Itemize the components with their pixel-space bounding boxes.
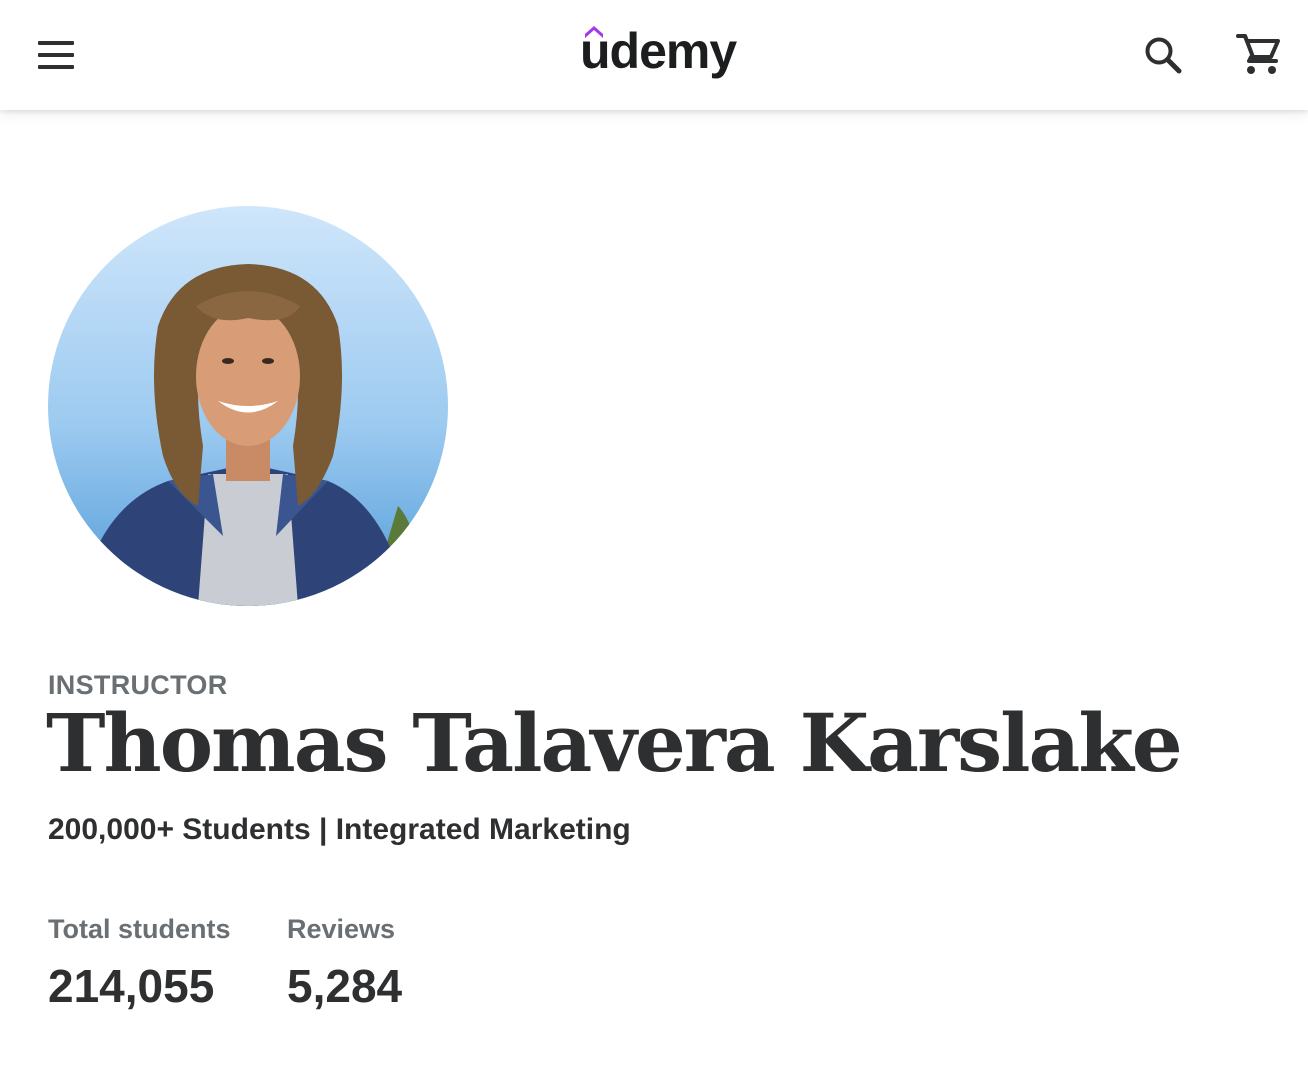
udemy-logo[interactable]: udemy — [580, 22, 740, 88]
top-nav-bar: udemy — [0, 0, 1308, 110]
stat-reviews: Reviews 5,284 — [287, 914, 402, 1013]
stat-label: Reviews — [287, 914, 396, 944]
stat-value: 5,284 — [287, 960, 403, 1012]
hamburger-menu-icon[interactable] — [30, 30, 82, 80]
stat-label: Total students — [48, 914, 231, 944]
instructor-avatar — [48, 206, 448, 606]
logo-text: udemy — [580, 23, 737, 79]
shopping-cart-icon[interactable] — [1232, 28, 1286, 82]
stat-total-students: Total students 214,055 — [48, 914, 231, 1013]
instructor-name: Thomas Talavera Karslake — [46, 696, 1183, 790]
search-icon[interactable] — [1138, 30, 1188, 80]
instructor-headline: 200,000+ Students | Integrated Marketing — [48, 813, 631, 846]
stat-value: 214,055 — [48, 960, 215, 1012]
